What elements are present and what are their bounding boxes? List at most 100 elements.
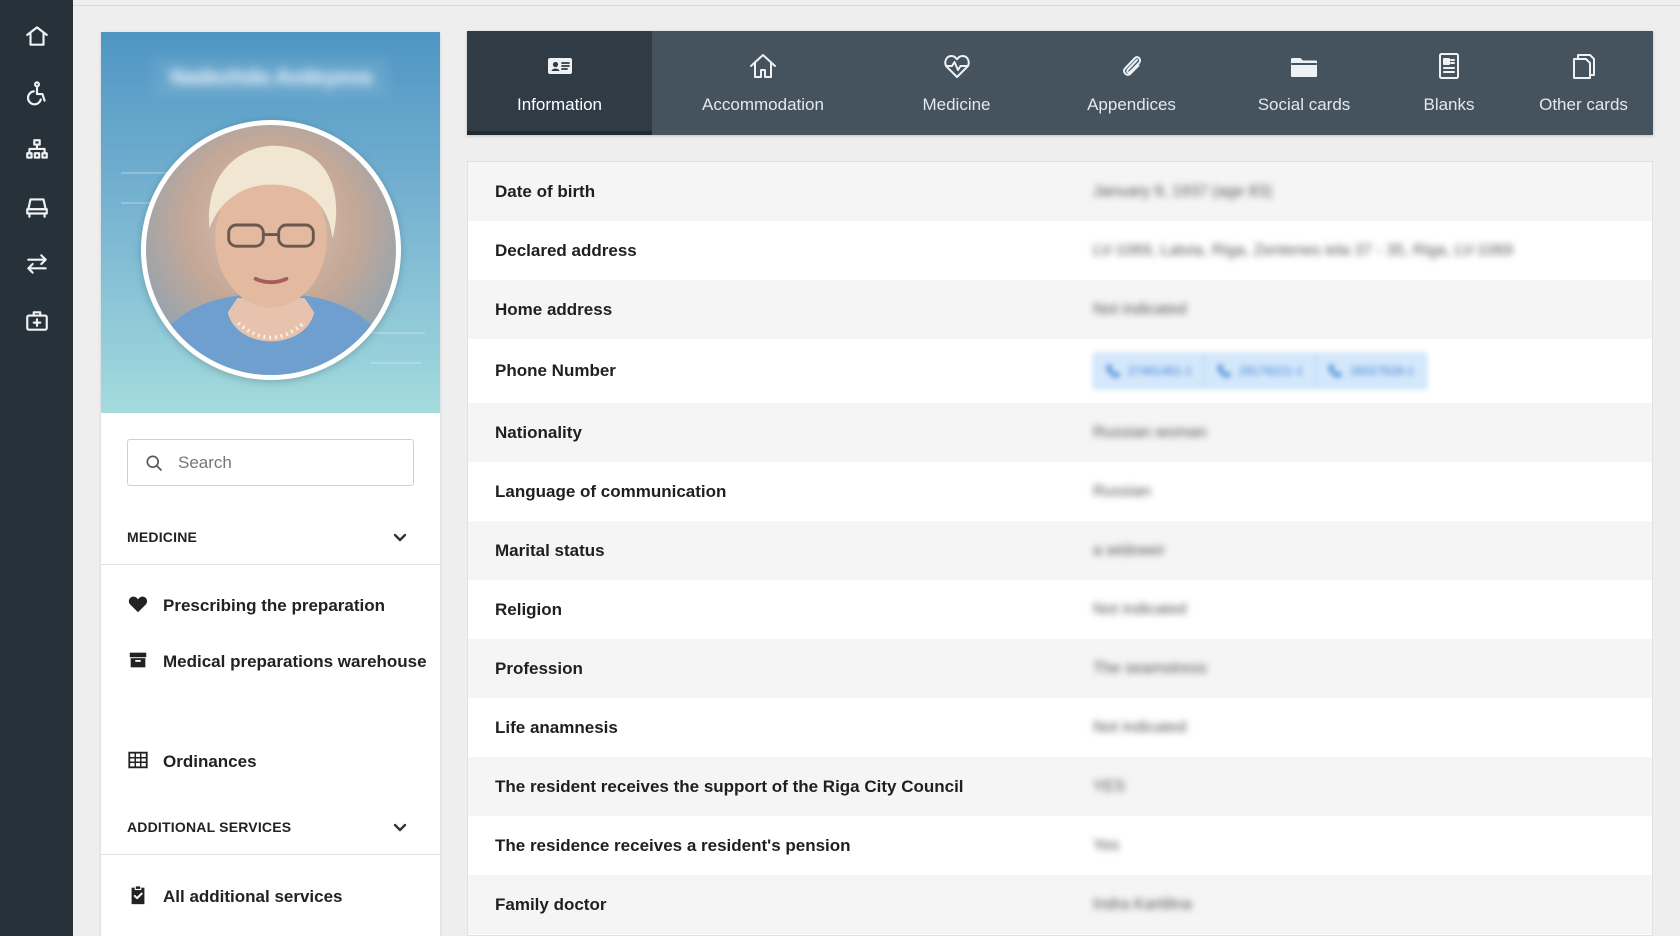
tab-other-cards[interactable]: Other cards — [1514, 31, 1653, 135]
row-label: The resident receives the support of the… — [495, 776, 964, 796]
table-row: Life anamnesis Not indicated — [468, 698, 1652, 757]
section-additional-services-toggle[interactable]: ADDITIONAL SERVICES — [101, 799, 440, 855]
table-row: The resident receives the support of the… — [468, 757, 1652, 816]
chevron-down-icon — [393, 533, 407, 541]
tab-label: Social cards — [1257, 95, 1351, 114]
row-label: Life anamnesis — [495, 717, 618, 737]
bed-icon — [25, 198, 48, 218]
row-value: Russian — [1093, 482, 1151, 500]
rail-structure-button[interactable] — [0, 124, 73, 176]
row-label: Family doctor — [495, 894, 607, 914]
row-label: Declared address — [495, 240, 637, 260]
menu-ordinances[interactable]: Ordinances — [127, 749, 427, 775]
row-label: Date of birth — [495, 181, 596, 201]
rail-accessibility-button[interactable] — [0, 67, 73, 119]
row-value: Not indicated — [1093, 600, 1187, 618]
table-row: Religion Not indicated — [468, 580, 1652, 639]
phone-number-chip[interactable]: 26027628-1 — [1316, 354, 1426, 388]
menu-prescribing-preparation[interactable]: Prescribing the preparation — [127, 593, 427, 619]
row-value: LV-1069, Latvia, Riga, Zentenes iela 37 … — [1093, 241, 1514, 259]
search-field[interactable] — [127, 439, 414, 486]
section-medicine-toggle[interactable]: MEDICINE — [101, 509, 440, 565]
background-decoration — [371, 362, 421, 364]
resident-sidebar: Nadezhda Avdeyeva MEDICINE Prescribing t… — [101, 32, 440, 936]
document-icon — [1439, 53, 1459, 79]
heart-icon — [127, 593, 149, 615]
resident-tabs: Information Accommodation Medicine Appen… — [467, 31, 1653, 135]
menu-all-additional-services[interactable]: All additional services — [127, 884, 427, 910]
row-value: Not indicated — [1093, 718, 1187, 736]
rail-medical-button[interactable] — [0, 295, 73, 347]
folder-icon — [1291, 58, 1317, 77]
phone-icon — [1329, 364, 1342, 378]
arrows-exchange-icon — [26, 254, 47, 274]
tab-label: Other cards — [1539, 95, 1628, 114]
menu-item-label: Ordinances — [163, 752, 257, 771]
tab-accommodation[interactable]: Accommodation — [652, 31, 874, 135]
profile-card: Nadezhda Avdeyeva — [101, 32, 440, 413]
rail-bed-button[interactable] — [0, 181, 73, 233]
menu-medical-warehouse[interactable]: Medical preparations warehouse — [127, 649, 427, 675]
row-value: a widower — [1093, 541, 1166, 559]
search-input[interactable] — [178, 452, 408, 473]
row-value: Indra Kartilina — [1093, 895, 1192, 913]
table-row: Declared address LV-1069, Latvia, Riga, … — [468, 221, 1652, 280]
copy-icon — [1572, 54, 1595, 79]
row-label: Language of communication — [495, 481, 727, 501]
tab-label: Accommodation — [702, 95, 824, 114]
row-value: Yes — [1093, 836, 1120, 854]
search-icon — [146, 455, 163, 471]
section-medicine-title: MEDICINE — [127, 528, 198, 545]
table-icon — [127, 749, 149, 771]
tab-blanks[interactable]: Blanks — [1384, 31, 1514, 135]
paperclip-icon — [1122, 56, 1141, 76]
table-row: Date of birth January 9, 1937 (age 83) — [468, 162, 1652, 221]
table-row: Language of communication Russian — [468, 462, 1652, 521]
rail-transfer-button[interactable] — [0, 238, 73, 290]
sitemap-icon — [25, 139, 48, 159]
phone-number-chip[interactable]: 27461461-1 — [1094, 354, 1206, 388]
tab-medicine[interactable]: Medicine — [874, 31, 1039, 135]
tab-label: Appendices — [1087, 95, 1176, 114]
row-value: YES — [1093, 777, 1126, 795]
tab-appendices[interactable]: Appendices — [1039, 31, 1224, 135]
row-label: Marital status — [495, 540, 605, 560]
table-row: Marital status a widower — [468, 521, 1652, 580]
menu-item-label: All additional services — [163, 887, 343, 906]
house-icon — [750, 54, 776, 78]
phone-number-group: 27461461-1 29176221-1 26027628-1 — [1093, 353, 1428, 389]
clipboard-check-icon — [127, 884, 149, 906]
phone-number-chip[interactable]: 29176221-1 — [1205, 354, 1317, 388]
phone-number-label: 29176221-1 — [1239, 364, 1304, 378]
row-value: January 9, 1937 (age 83) — [1093, 182, 1272, 200]
id-card-icon — [547, 58, 572, 74]
menu-item-label: Prescribing the preparation — [163, 596, 385, 615]
first-aid-kit-icon — [25, 311, 48, 331]
background-decoration — [363, 332, 425, 334]
tab-information[interactable]: Information — [467, 31, 652, 135]
left-navigation-rail — [0, 0, 73, 936]
row-label: The residence receives a resident's pens… — [495, 835, 851, 855]
row-value: 27461461-1 29176221-1 26027628-1 — [1093, 353, 1652, 389]
resident-name: Nadezhda Avdeyeva — [153, 58, 389, 98]
tab-social-cards[interactable]: Social cards — [1224, 31, 1384, 135]
table-row: The residence receives a resident's pens… — [468, 816, 1652, 875]
row-label: Phone Number — [495, 361, 616, 380]
row-value: The seamstress — [1093, 659, 1207, 677]
chevron-down-icon — [393, 823, 407, 831]
heartbeat-icon — [943, 55, 970, 78]
row-label: Profession — [495, 658, 583, 678]
row-label: Nationality — [495, 422, 582, 442]
phone-number-label: 26027628-1 — [1350, 364, 1415, 378]
row-label: Religion — [495, 599, 563, 619]
phone-number-label: 27461461-1 — [1128, 364, 1193, 378]
phone-icon — [1106, 364, 1120, 378]
resident-avatar — [141, 120, 401, 380]
table-row: Home address Not indicated — [468, 280, 1652, 339]
rail-home-button[interactable] — [0, 10, 73, 62]
table-row: Profession The seamstress — [468, 639, 1652, 698]
tab-label: Information — [516, 95, 603, 114]
table-row: Phone Number 27461461-1 29176221-1 26027… — [468, 339, 1652, 403]
menu-item-label: Medical preparations warehouse — [163, 652, 427, 671]
section-additional-services-title: ADDITIONAL SERVICES — [127, 818, 292, 835]
